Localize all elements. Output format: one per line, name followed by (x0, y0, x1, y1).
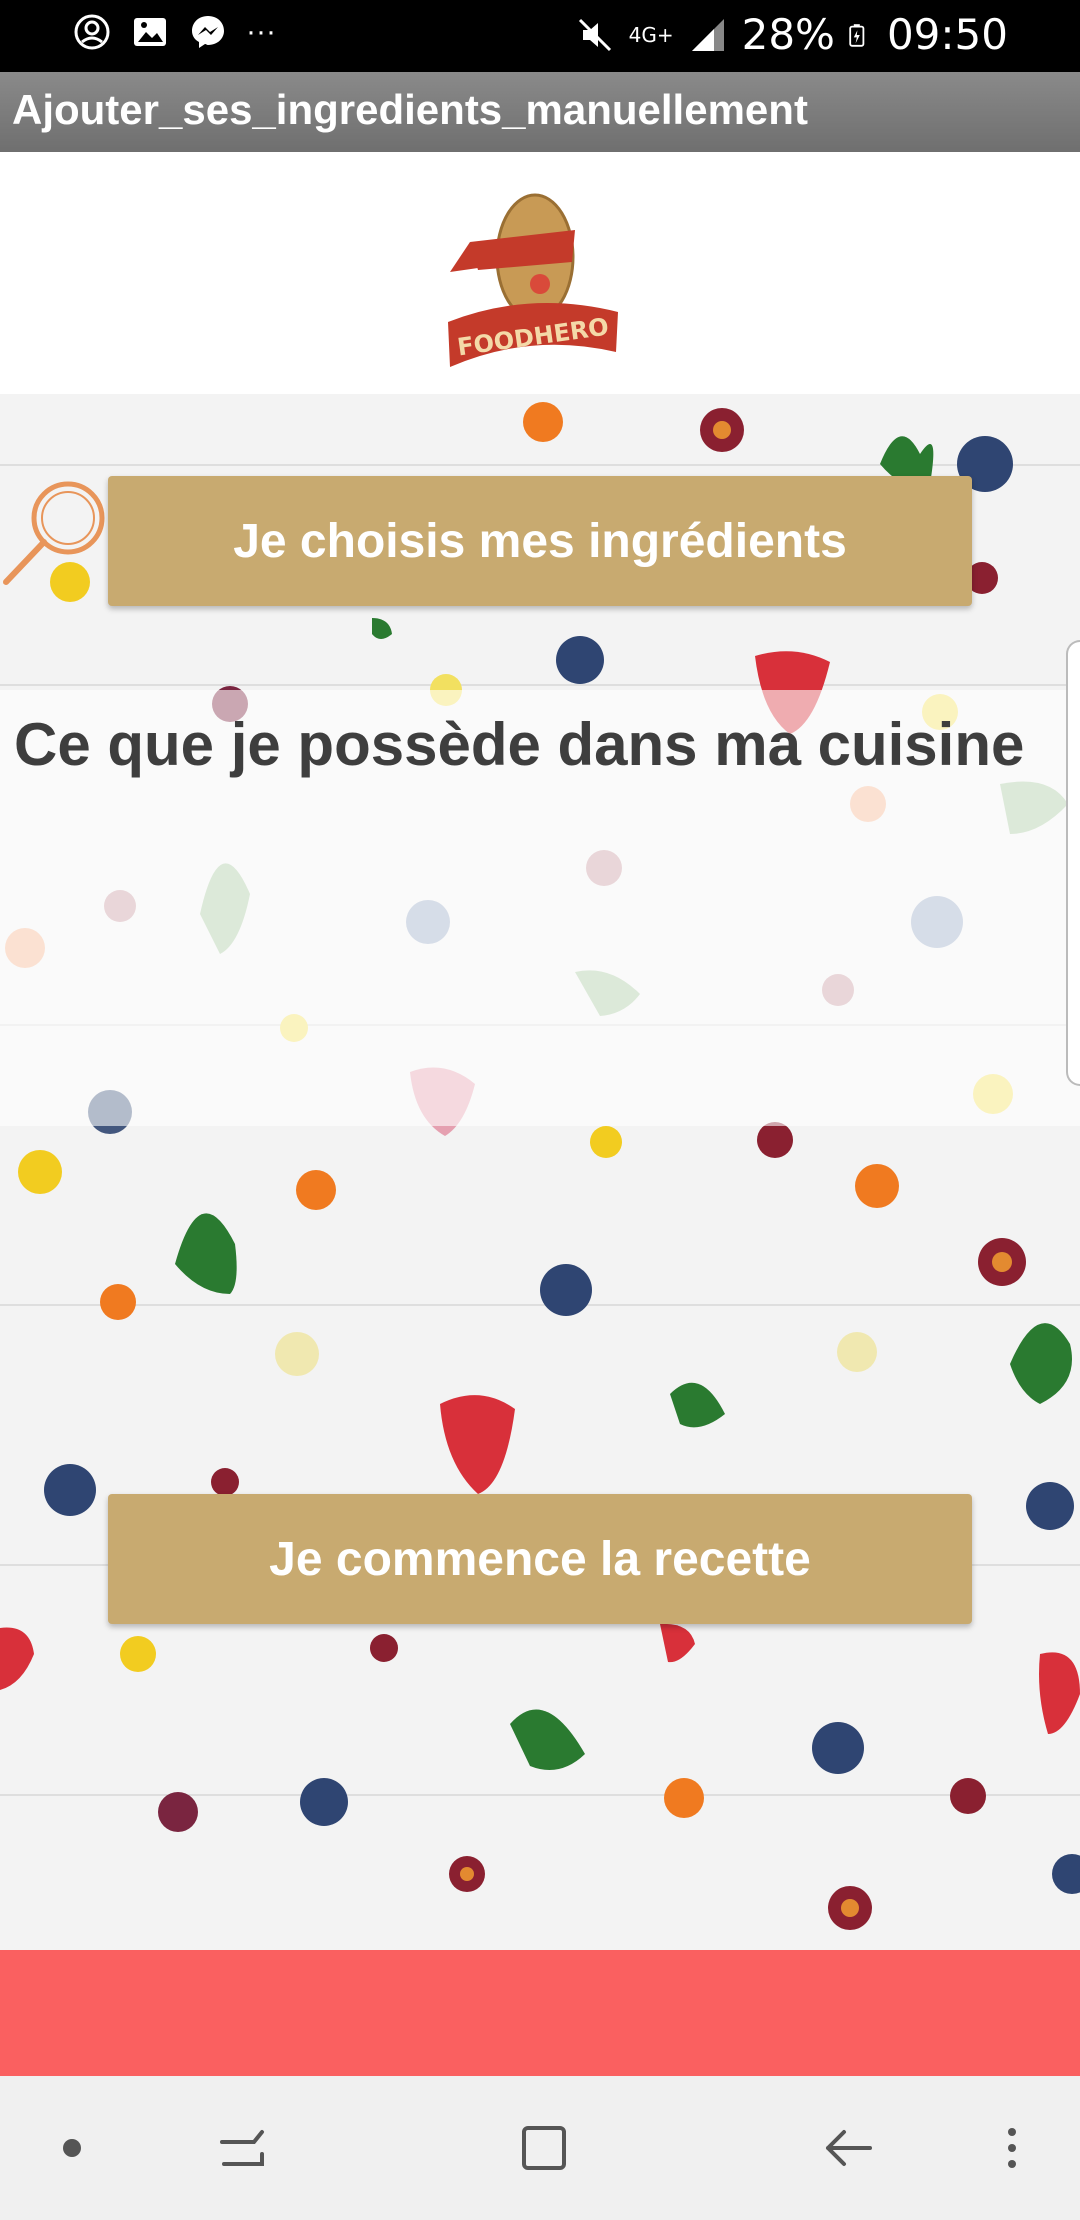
ingredients-background (0, 394, 1080, 1950)
navigation-bar (0, 2076, 1080, 2220)
status-bar: ··· 4G+ 28% 09:50 (0, 0, 1080, 72)
battery-percent: 28% (741, 10, 835, 59)
magnifier-icon (3, 481, 105, 585)
app-bar: Ajouter_ses_ingredients_manuellement (0, 72, 1080, 152)
start-recipe-button[interactable]: Je commence la recette (108, 1494, 972, 1624)
footer-band (0, 1950, 1080, 2076)
fruit-decoration (0, 402, 1080, 1930)
edge-panel-handle[interactable] (1066, 640, 1080, 1086)
kitchen-panel: Ce que je possède dans ma cuisine (0, 690, 1080, 1126)
image-icon (134, 18, 166, 46)
mute-icon (578, 18, 611, 51)
back-icon[interactable] (816, 2116, 880, 2180)
status-system: 4G+ 28% 09:50 (575, 10, 1008, 59)
battery-icon (849, 23, 865, 47)
recent-apps-icon[interactable] (212, 2116, 276, 2180)
status-notifications: ··· (72, 12, 276, 52)
network-type: 4G+ (628, 22, 674, 47)
logo-area: FOODHERO (0, 152, 1080, 394)
home-icon[interactable] (512, 2116, 576, 2180)
more-options-icon[interactable] (980, 2116, 1044, 2180)
messenger-icon (192, 16, 224, 48)
signal-icon (691, 18, 724, 51)
account-icon (74, 14, 110, 50)
foodhero-logo: FOODHERO (448, 193, 618, 367)
clock: 09:50 (886, 10, 1008, 59)
choose-ingredients-button[interactable]: Je choisis mes ingrédients (108, 476, 972, 606)
page-title: Ajouter_ses_ingredients_manuellement (12, 86, 808, 133)
more-notifications-icon: ··· (246, 15, 276, 48)
dot-icon[interactable] (40, 2116, 104, 2180)
kitchen-title: Ce que je possède dans ma cuisine (14, 711, 1025, 778)
